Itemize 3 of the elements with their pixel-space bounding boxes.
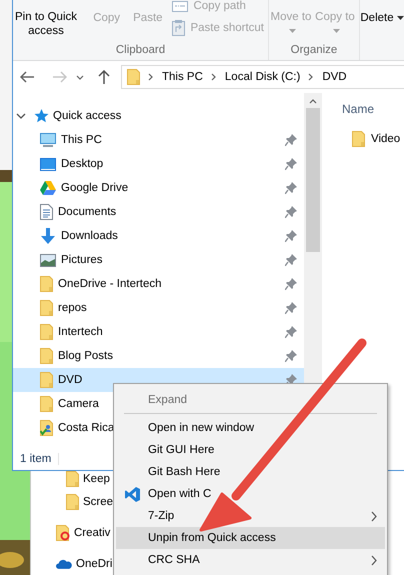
group-label: Organize bbox=[290, 43, 338, 58]
item-count: 1 item bbox=[20, 453, 60, 465]
group-label: Clipboard bbox=[114, 43, 166, 58]
